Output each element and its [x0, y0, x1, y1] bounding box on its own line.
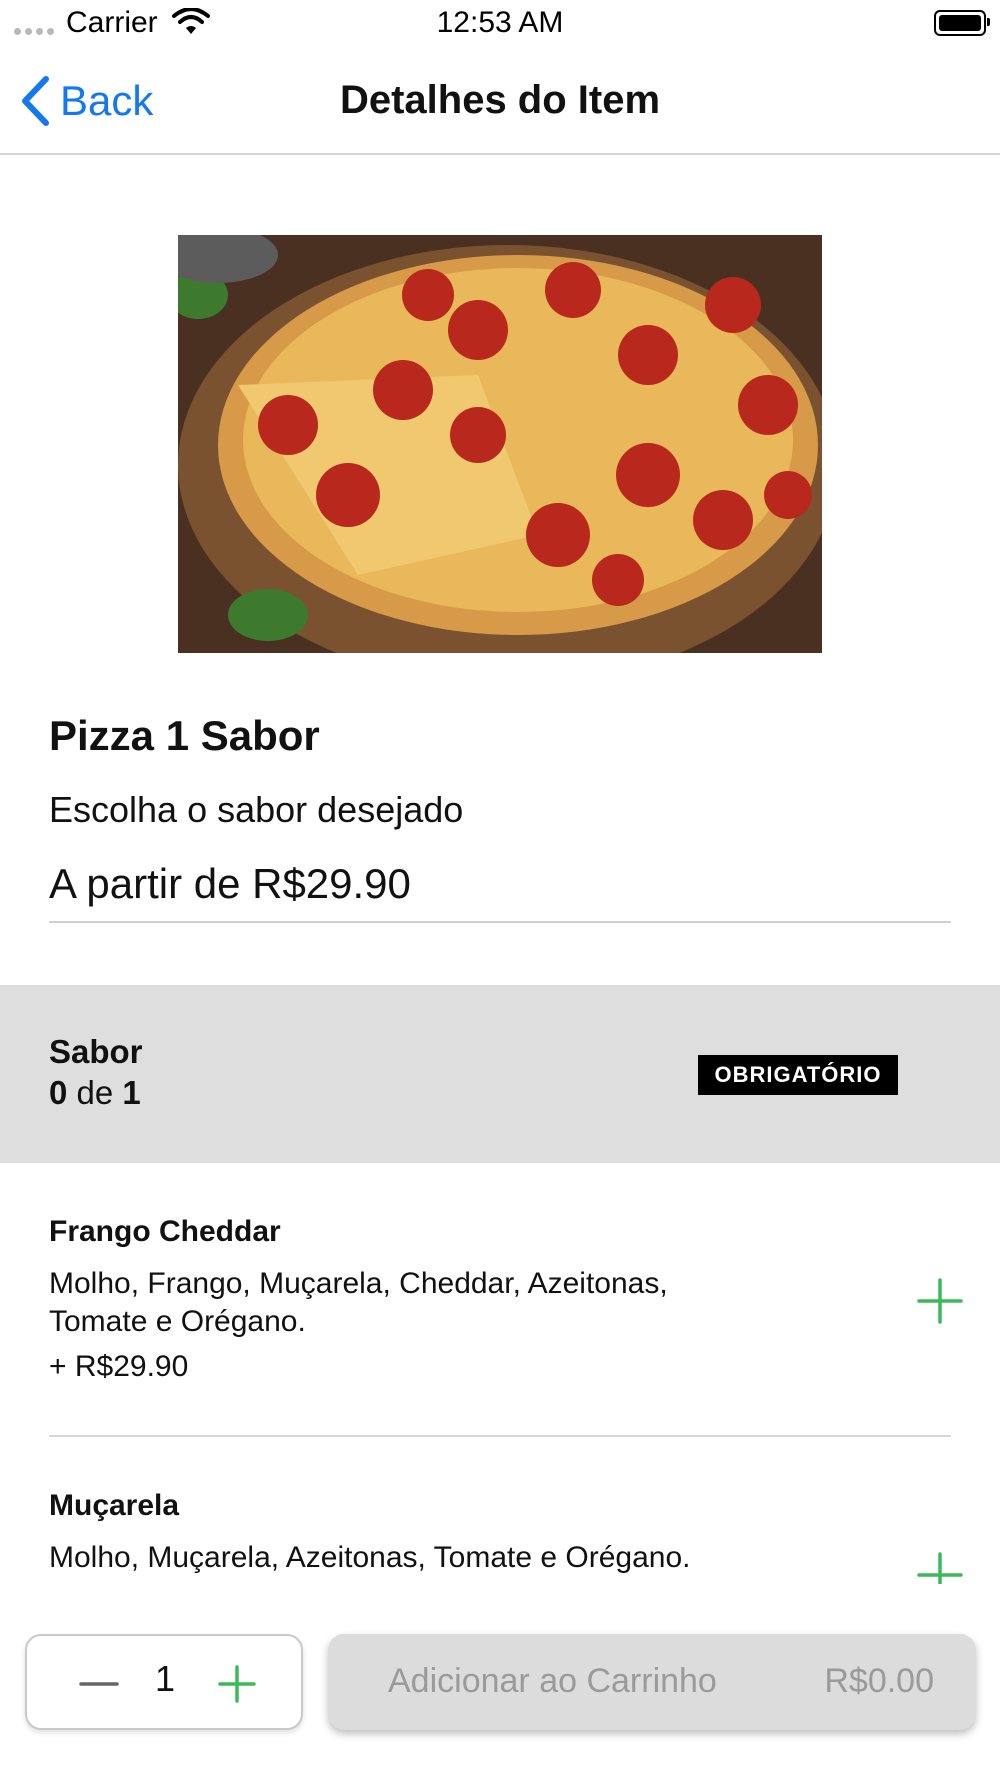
selection-count: 0 de 1: [49, 1074, 141, 1112]
required-badge: OBRIGATÓRIO: [698, 1055, 898, 1095]
product-price: A partir de R$29.90: [49, 860, 411, 907]
page-title: Detalhes do Item: [339, 78, 661, 122]
option-description: Molho, Muçarela, Azeitonas, Tomate e Oré…: [49, 1541, 691, 1574]
section-header-sabor: Sabor 0 de 1 OBRIGATÓRIO: [0, 985, 1000, 1163]
max-count: 1: [122, 1074, 141, 1111]
list-item[interactable]: Muçarela Molho, Muçarela, Azeitonas, Tom…: [0, 1437, 1000, 1584]
option-price: + R$29.90: [49, 1350, 189, 1383]
of-label: de: [76, 1074, 114, 1111]
battery-icon: [934, 10, 990, 36]
cart-total: R$0.00: [824, 1662, 934, 1700]
list-item[interactable]: Frango Cheddar Molho, Frango, Muçarela, …: [0, 1163, 1000, 1437]
status-bar: Carrier 12:53 AM: [0, 0, 1000, 50]
divider: [49, 921, 951, 923]
option-name: Frango Cheddar: [49, 1215, 281, 1248]
navigation-bar: Back Detalhes do Item: [0, 50, 1000, 155]
product-image: [178, 235, 822, 653]
clock: 12:53 AM: [436, 6, 564, 39]
option-list: Frango Cheddar Molho, Frango, Muçarela, …: [0, 1163, 1000, 1584]
option-description: Molho, Frango, Muçarela, Cheddar, Azeito…: [49, 1267, 668, 1338]
product-name: Pizza 1 Sabor: [49, 712, 320, 759]
plus-icon[interactable]: [915, 1276, 965, 1326]
add-to-cart-label: Adicionar ao Carrinho: [388, 1662, 717, 1700]
quantity-value: 1: [154, 1658, 176, 1699]
minus-icon[interactable]: [77, 1666, 121, 1702]
plus-icon[interactable]: [217, 1664, 257, 1704]
selected-count: 0: [49, 1074, 68, 1111]
plus-icon[interactable]: [915, 1550, 965, 1584]
option-name: Muçarela: [49, 1489, 180, 1522]
product-description: Escolha o sabor desejado: [49, 789, 464, 830]
add-to-cart-button[interactable]: Adicionar ao Carrinho R$0.00: [328, 1634, 976, 1730]
quantity-stepper: 1: [25, 1634, 303, 1730]
section-title: Sabor: [49, 1033, 143, 1070]
